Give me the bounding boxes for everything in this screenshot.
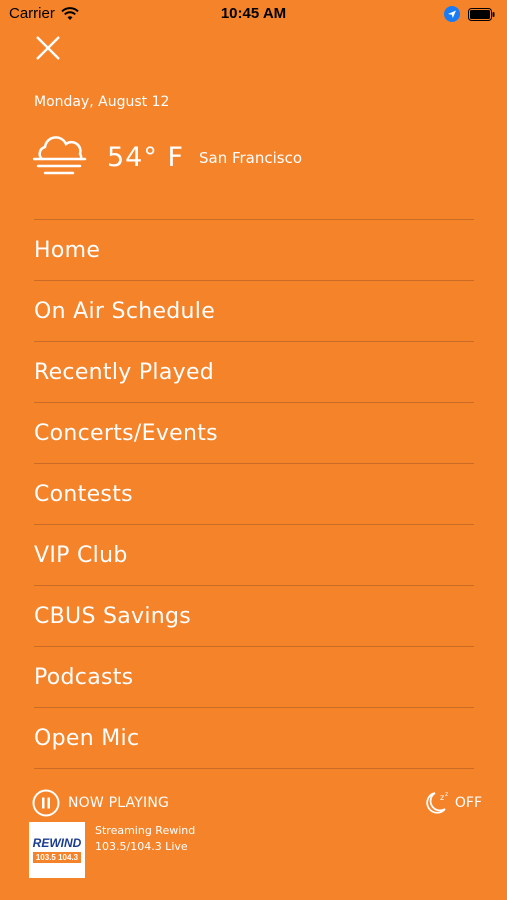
menu-item-label: Home <box>34 237 101 263</box>
station-logo: REWIND 103.5 104.3 <box>29 822 85 878</box>
nav-menu: Home On Air Schedule Recently Played Con… <box>34 219 474 769</box>
pause-button[interactable] <box>32 789 60 821</box>
close-button[interactable] <box>33 33 63 63</box>
menu-item-label: VIP Club <box>34 542 128 568</box>
now-playing-label: NOW PLAYING <box>68 795 170 811</box>
menu-item-label: On Air Schedule <box>34 298 216 324</box>
status-right <box>444 6 495 22</box>
menu-item-on-air-schedule[interactable]: On Air Schedule <box>34 280 474 341</box>
pause-icon <box>32 789 60 817</box>
menu-item-vip-club[interactable]: VIP Club <box>34 524 474 585</box>
temperature: 54° F <box>107 142 184 173</box>
menu-item-contests[interactable]: Contests <box>34 463 474 524</box>
clock: 10:45 AM <box>220 5 287 22</box>
location-icon <box>444 6 460 22</box>
menu-item-label: Podcasts <box>34 664 134 690</box>
city: San Francisco <box>198 148 303 167</box>
sleep-timer-label: OFF <box>454 795 482 811</box>
menu-item-cbus-savings[interactable]: CBUS Savings <box>34 585 474 646</box>
player-bar: NOW PLAYING z z OFF <box>32 789 482 817</box>
svg-text:z: z <box>445 791 448 798</box>
date-label: Monday, August 12 <box>34 94 170 110</box>
sleep-timer-button[interactable]: z z OFF <box>423 789 482 817</box>
menu-item-recently-played[interactable]: Recently Played <box>34 341 474 402</box>
menu-item-label: CBUS Savings <box>34 603 192 629</box>
svg-text:z: z <box>440 793 444 802</box>
menu-item-label: Concerts/Events <box>34 420 218 446</box>
stream-title: Streaming Rewind <box>95 824 196 837</box>
weather-widget: 54° F San Francisco <box>33 135 302 180</box>
cloud-fog-icon <box>33 136 87 175</box>
menu-divider <box>34 768 474 769</box>
menu-item-label: Contests <box>34 481 133 507</box>
sleep-moon-icon: z z <box>426 791 448 814</box>
status-bar: Carrier 10:45 AM <box>0 0 507 28</box>
menu-item-home[interactable]: Home <box>34 219 474 280</box>
menu-item-open-mic[interactable]: Open Mic <box>34 707 474 768</box>
menu-item-concerts-events[interactable]: Concerts/Events <box>34 402 474 463</box>
stream-info: Streaming Rewind 103.5/104.3 Live <box>95 823 195 855</box>
menu-item-label: Recently Played <box>34 359 215 385</box>
stream-subtitle: 103.5/104.3 Live <box>95 840 188 853</box>
logo-frequency: 103.5 104.3 <box>32 852 82 863</box>
logo-text: REWIND <box>32 836 82 850</box>
close-icon <box>36 36 60 60</box>
menu-item-podcasts[interactable]: Podcasts <box>34 646 474 707</box>
battery-icon <box>468 7 495 21</box>
menu-item-label: Open Mic <box>34 725 140 751</box>
